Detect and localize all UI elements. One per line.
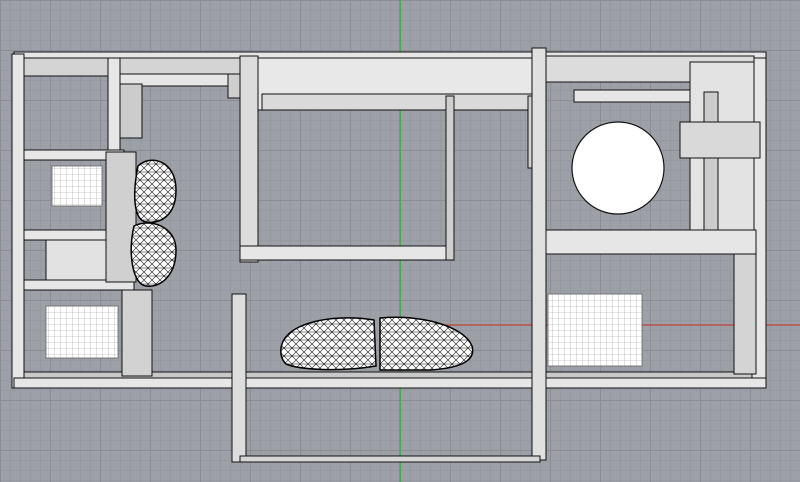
left-sep-wall-2 <box>23 229 111 241</box>
central-top-slab-face <box>261 93 533 111</box>
central-inner-post <box>445 95 455 261</box>
floor-plan-model <box>11 0 800 482</box>
left-closet-block <box>45 239 107 281</box>
left-bedroom-wall <box>121 289 153 377</box>
right-column-2 <box>703 91 719 233</box>
bed-icon <box>51 165 103 207</box>
central-left-wall <box>239 55 259 263</box>
walls <box>11 47 767 463</box>
rhino-top-viewport[interactable] <box>0 0 800 482</box>
round-table-icon <box>571 121 665 215</box>
bottom-ext-left-wall <box>231 293 247 463</box>
sofa-icon <box>280 316 474 371</box>
right-desk <box>679 121 761 159</box>
sofa-icon <box>130 159 177 287</box>
bottom-ext-floor-line <box>239 455 541 463</box>
top-left-step <box>107 57 121 151</box>
bed-icon <box>45 305 119 359</box>
right-bottom-pillar <box>733 253 757 375</box>
outer-wall-bottom <box>13 377 767 389</box>
spine-wall <box>531 47 547 461</box>
right-shelf <box>573 89 695 103</box>
bed-icon <box>547 293 643 367</box>
top-left-step-block <box>119 83 143 139</box>
central-bottom-wall <box>239 245 453 261</box>
outer-wall-left <box>11 53 25 389</box>
right-mid-wall <box>545 229 757 255</box>
top-left-beam <box>23 57 245 77</box>
